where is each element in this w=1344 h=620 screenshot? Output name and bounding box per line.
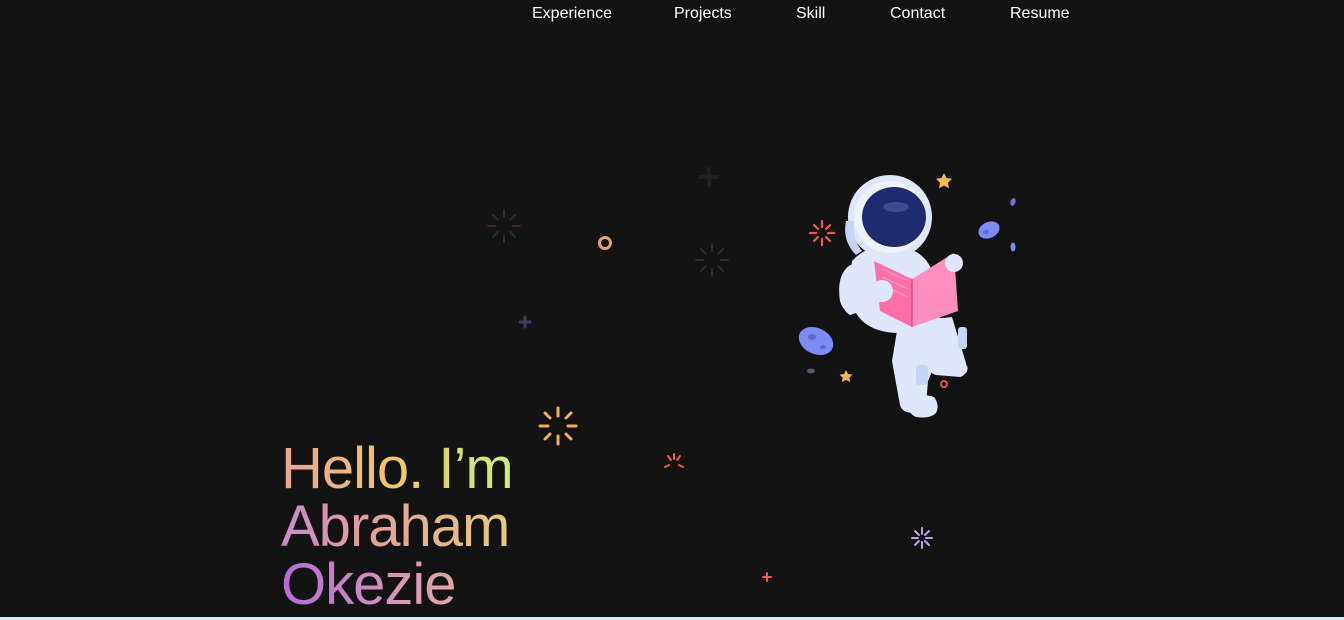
- hero-heading: Hello. I’m Abraham Okezie: [281, 436, 514, 614]
- plus-icon: [762, 572, 772, 582]
- nav-link-experience[interactable]: Experience: [532, 5, 612, 23]
- sparkle-icon: [538, 406, 578, 446]
- plus-icon: [518, 315, 532, 329]
- portfolio-page: Experience Projects Skill Contact Resume: [0, 0, 1344, 620]
- sparkle-icon: [808, 219, 836, 247]
- star-icon: [839, 370, 853, 383]
- hero-greeting: Hello. I’m: [281, 436, 514, 501]
- asteroid-icon: [978, 221, 1000, 239]
- nav-link-skill[interactable]: Skill: [796, 5, 825, 23]
- sparkle-icon: [695, 243, 729, 277]
- star-icon: [936, 173, 952, 189]
- hero-first-name: Abraham: [281, 498, 513, 556]
- nav-link-contact[interactable]: Contact: [890, 5, 945, 23]
- plus-icon: [699, 167, 719, 187]
- astronaut-reading-book-illustration: [798, 173, 1016, 418]
- sparkle-icon: [487, 209, 521, 243]
- ring-icon: [598, 236, 612, 250]
- nav-link-resume[interactable]: Resume: [1010, 5, 1070, 23]
- nav-link-projects[interactable]: Projects: [674, 5, 732, 23]
- sparkle-icon: [911, 527, 933, 549]
- hero-last-name: Okezie: [281, 556, 513, 614]
- ring-icon: [940, 380, 948, 388]
- sparkle-icon: [664, 453, 684, 468]
- asteroid-icon: [798, 326, 834, 356]
